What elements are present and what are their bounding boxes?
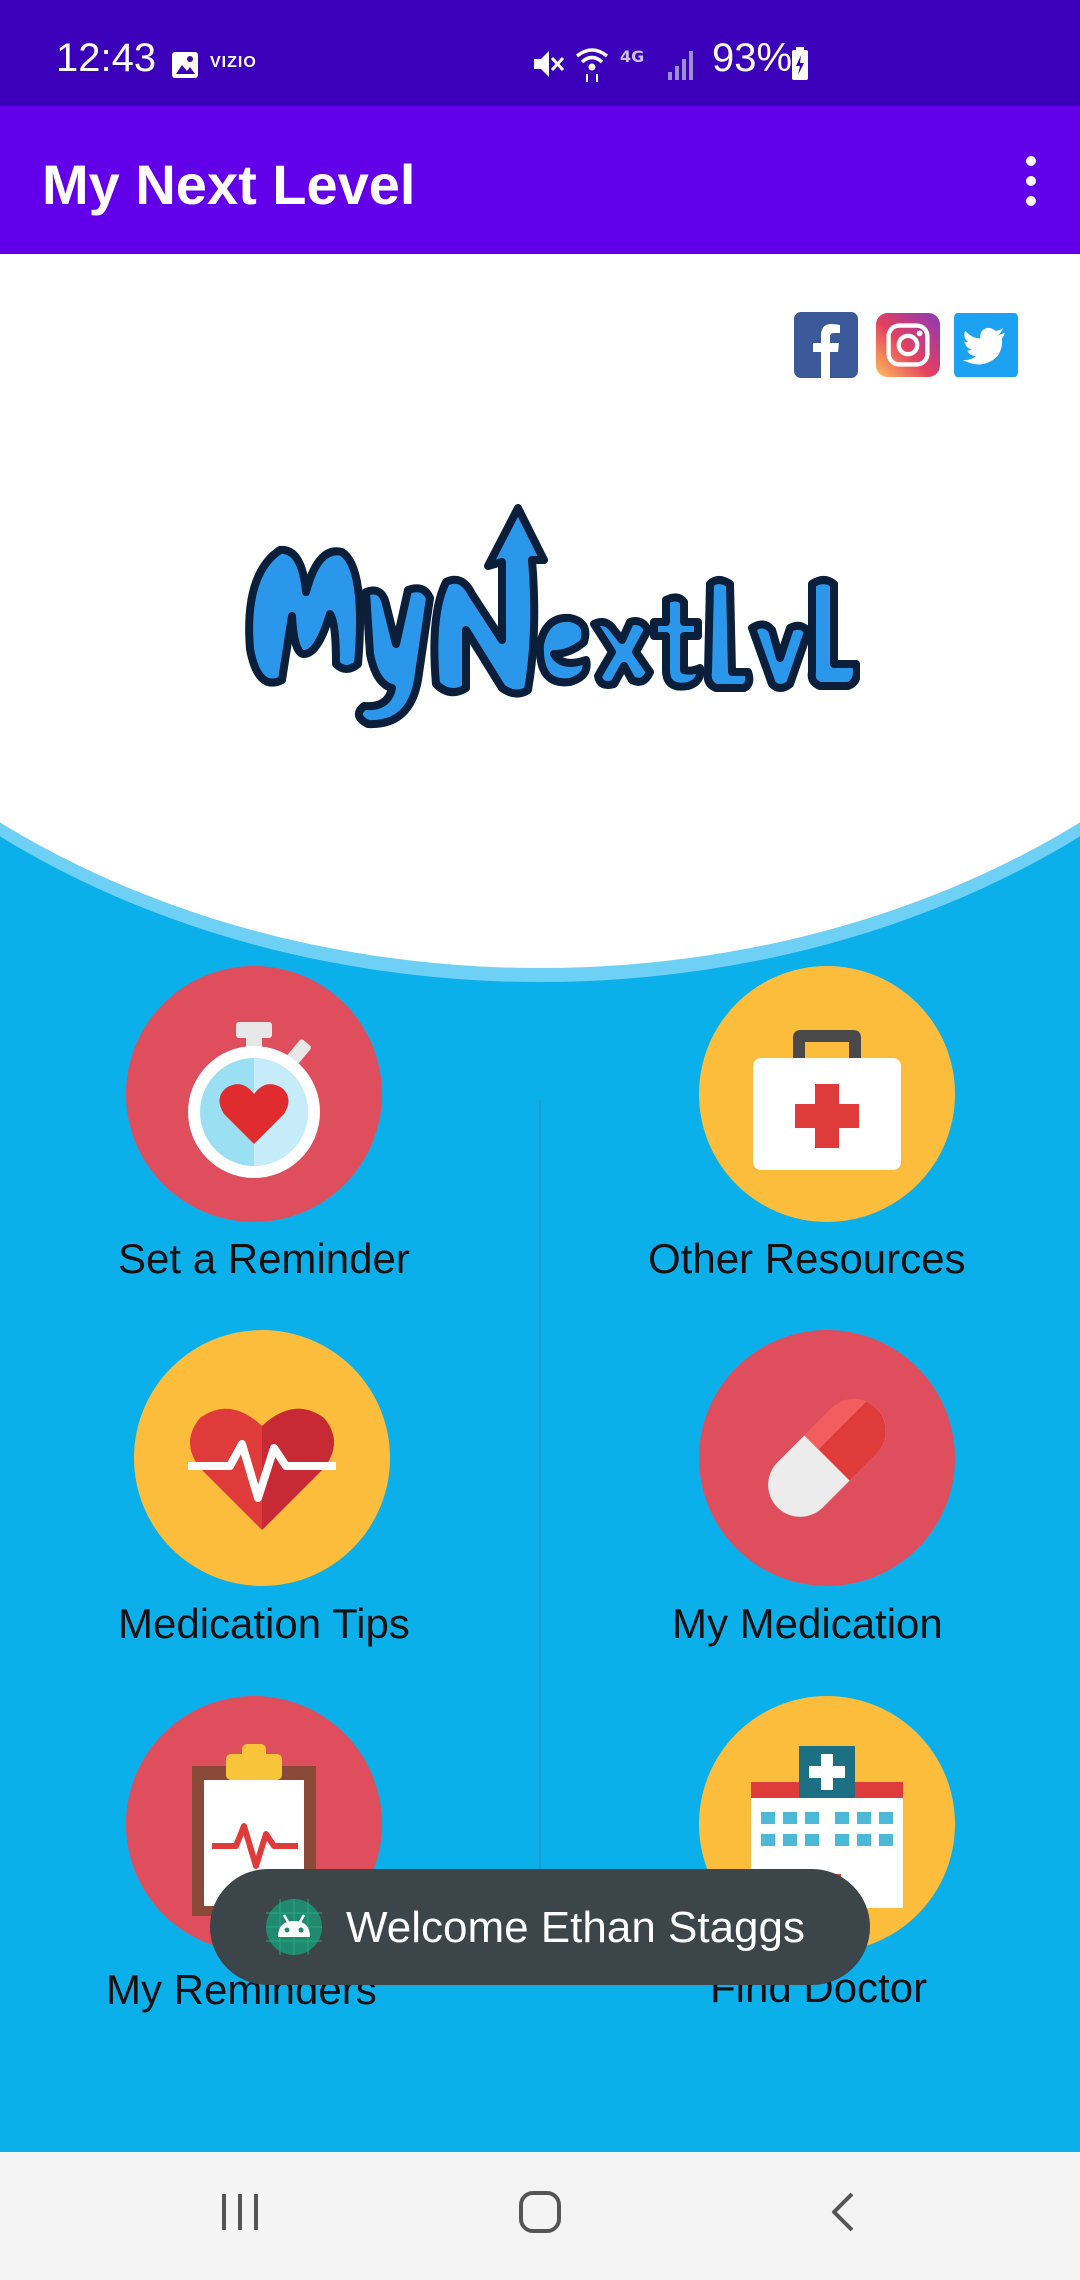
first-aid-kit-icon: [753, 1030, 901, 1170]
signal-icon: [668, 51, 693, 80]
heartbeat-icon: [188, 1408, 336, 1530]
medication-tips-label: Medication Tips: [118, 1600, 410, 1647]
battery-icon: [792, 47, 808, 80]
main-content: Set a Reminder Other Resources Medicatio…: [0, 254, 1080, 2152]
pill-icon: [768, 1398, 886, 1517]
image-icon: [172, 52, 198, 78]
wifi-icon: [575, 48, 609, 82]
mynextlvl-logo: [245, 504, 860, 729]
svg-text:4G: 4G: [620, 47, 644, 66]
clock: 12:43: [56, 36, 157, 80]
android-icon: [266, 1899, 322, 1955]
welcome-toast: Welcome Ethan Staggs: [210, 1869, 870, 1985]
system-nav-bar: [0, 2152, 1080, 2280]
home-icon[interactable]: [516, 2188, 566, 2238]
battery-percent: 93%: [712, 36, 793, 80]
facebook-icon[interactable]: [794, 312, 858, 378]
other-resources-label: Other Resources: [648, 1235, 966, 1282]
other-resources-button[interactable]: [699, 966, 955, 1222]
set-reminder-label: Set a Reminder: [118, 1235, 410, 1282]
twitter-icon[interactable]: [954, 312, 1018, 378]
vizio-logo: VIZIO: [210, 54, 257, 71]
column-divider: [539, 1100, 541, 1900]
recent-apps-icon[interactable]: [216, 2190, 264, 2234]
instagram-icon[interactable]: [876, 312, 940, 378]
page-title: My Next Level: [42, 153, 416, 216]
mute-icon: [534, 51, 565, 77]
set-reminder-button[interactable]: [126, 966, 382, 1222]
stopwatch-heart-icon: [188, 1022, 320, 1178]
status-bar: 12:43 VIZIO 4G 93%: [0, 0, 1080, 106]
lte-icon: 4G: [620, 47, 644, 66]
my-medication-button[interactable]: [699, 1330, 955, 1586]
toast-message: Welcome Ethan Staggs: [346, 1903, 805, 1952]
more-vert-icon[interactable]: [1008, 154, 1054, 208]
my-medication-label: My Medication: [672, 1600, 943, 1647]
medication-tips-button[interactable]: [134, 1330, 390, 1586]
app-bar: My Next Level: [0, 106, 1080, 254]
back-icon[interactable]: [822, 2190, 862, 2236]
